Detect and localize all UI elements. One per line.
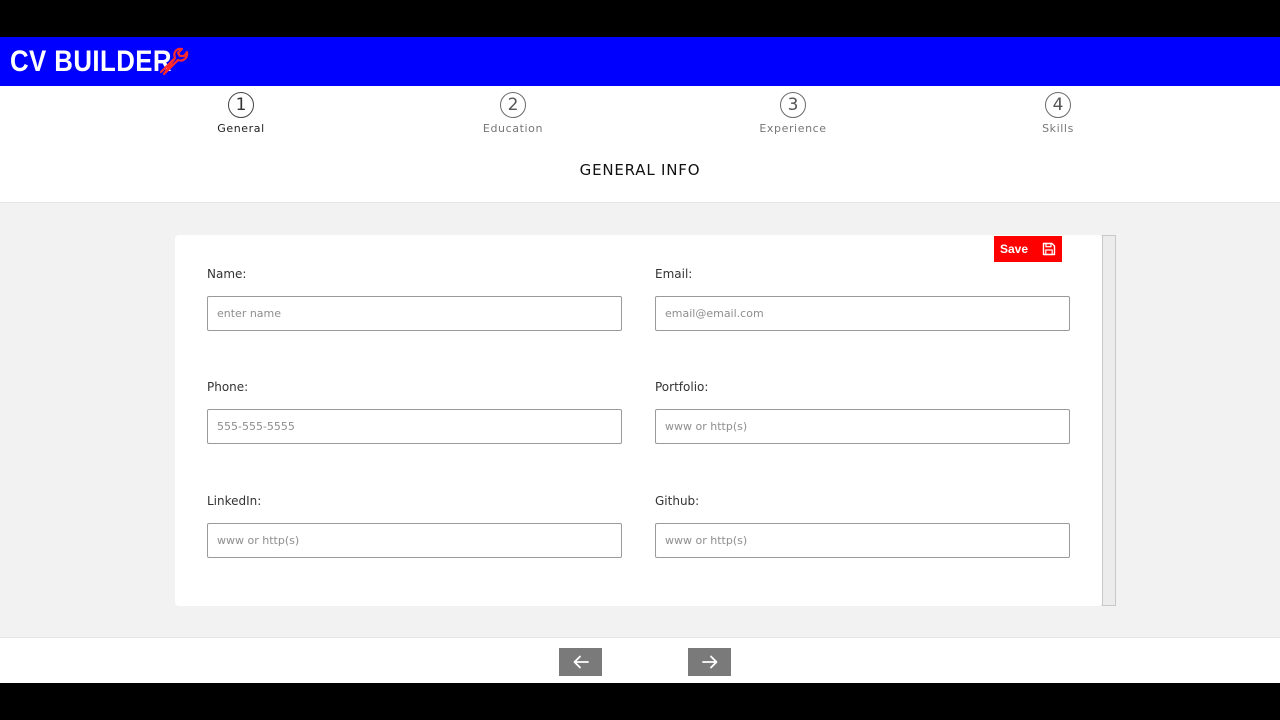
linkedin-field-group: LinkedIn: [207, 494, 622, 558]
wrench-icon [159, 47, 189, 76]
github-label: Github: [655, 494, 700, 508]
app-window: CV BUILDER 1 General 2 Education 3 Exper… [0, 37, 1280, 683]
step-label: Education [482, 122, 544, 135]
step-label: Skills [1042, 122, 1074, 135]
name-input[interactable] [207, 296, 622, 331]
name-field-group: Name: [207, 267, 622, 331]
portfolio-label: Portfolio: [655, 380, 709, 394]
step-label: Experience [759, 122, 827, 135]
save-button[interactable]: Save [994, 236, 1062, 262]
card-scrollbar[interactable] [1102, 235, 1116, 606]
email-field-group: Email: [655, 267, 1070, 331]
step-number: 4 [1045, 92, 1071, 118]
phone-label: Phone: [207, 380, 249, 394]
name-label: Name: [207, 267, 247, 281]
floppy-disk-icon [1042, 242, 1056, 256]
app-header: CV BUILDER [0, 37, 1280, 86]
phone-field-group: Phone: [207, 380, 622, 444]
section-title: GENERAL INFO [579, 161, 701, 179]
next-button[interactable] [688, 648, 731, 676]
linkedin-label: LinkedIn: [207, 494, 262, 508]
step-experience[interactable]: 3 Experience [733, 92, 853, 135]
progress-stepper: 1 General 2 Education 3 Experience 4 Ski… [0, 92, 1280, 140]
save-button-label: Save [1000, 242, 1029, 256]
step-general[interactable]: 1 General [181, 92, 301, 135]
content-area: Name: Email: Phone: Portfolio: LinkedIn:… [0, 202, 1280, 638]
phone-input[interactable] [207, 409, 622, 444]
step-label: General [217, 122, 265, 135]
form-card: Name: Email: Phone: Portfolio: LinkedIn:… [175, 235, 1102, 606]
portfolio-input[interactable] [655, 409, 1070, 444]
previous-button[interactable] [559, 648, 602, 676]
arrow-left-icon [573, 655, 589, 669]
github-field-group: Github: [655, 494, 1070, 558]
step-number: 1 [228, 92, 254, 118]
github-input[interactable] [655, 523, 1070, 558]
arrow-right-icon [701, 655, 717, 669]
step-education[interactable]: 2 Education [453, 92, 573, 135]
portfolio-field-group: Portfolio: [655, 380, 1070, 444]
email-input[interactable] [655, 296, 1070, 331]
email-label: Email: [655, 267, 693, 281]
step-skills[interactable]: 4 Skills [998, 92, 1118, 135]
step-number: 2 [500, 92, 526, 118]
linkedin-input[interactable] [207, 523, 622, 558]
step-number: 3 [780, 92, 806, 118]
app-title: CV BUILDER [10, 44, 172, 78]
